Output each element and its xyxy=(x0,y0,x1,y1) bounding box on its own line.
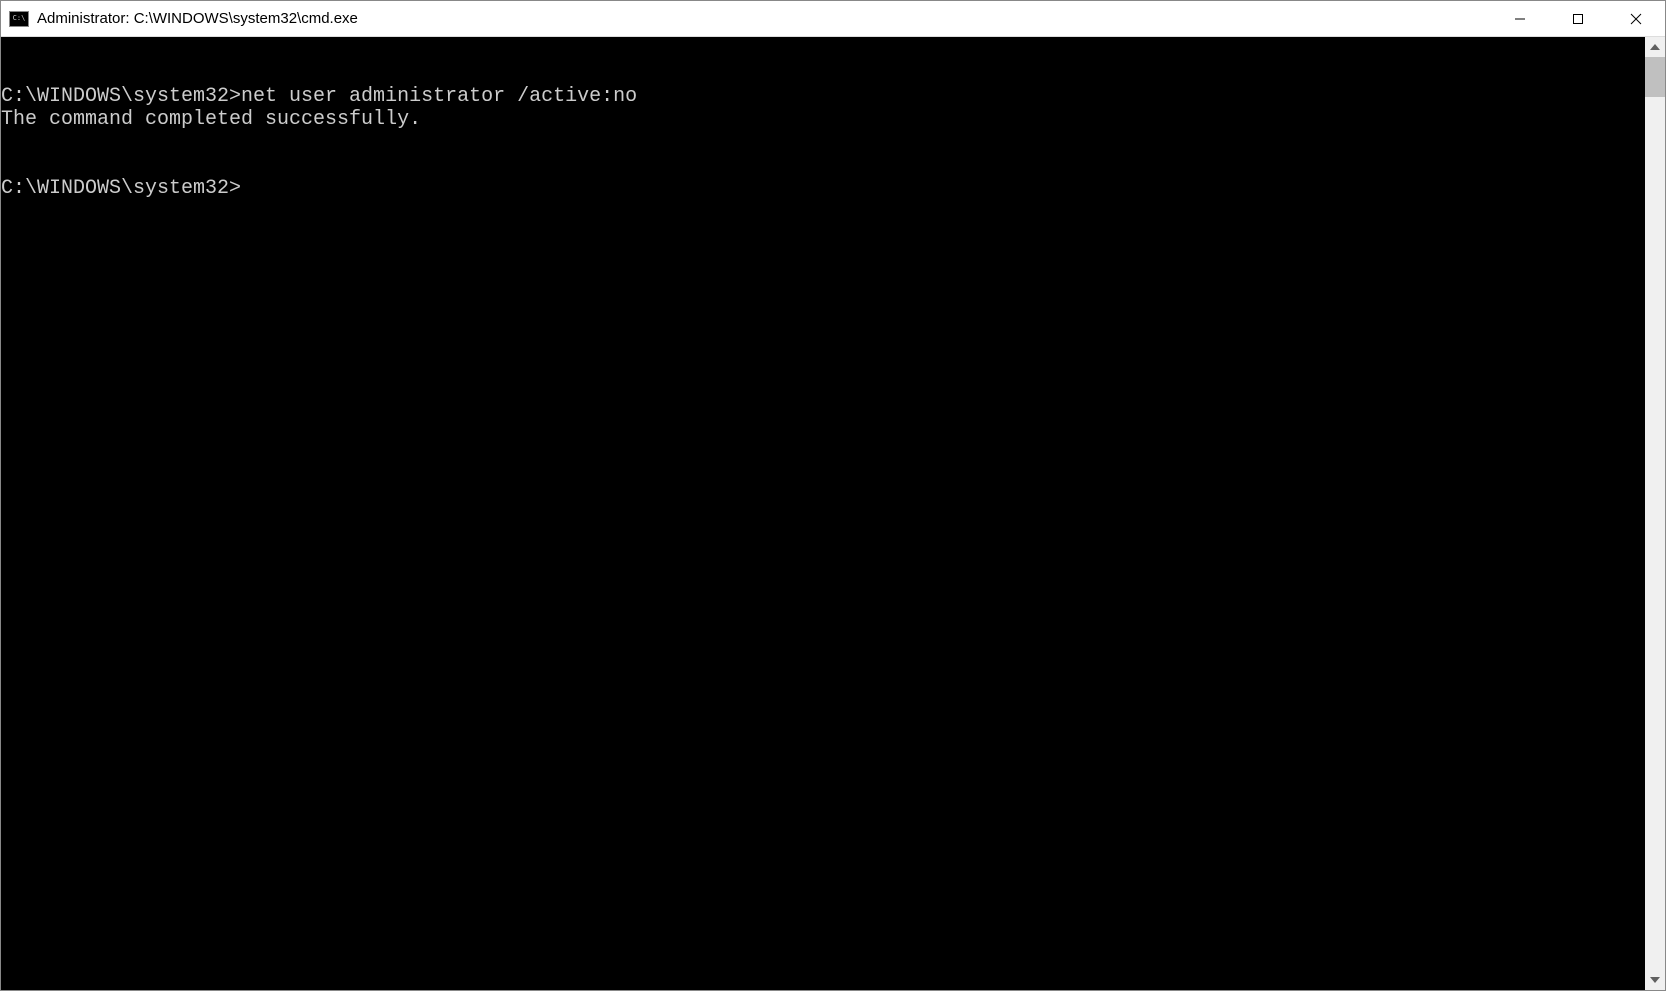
maximize-button[interactable] xyxy=(1549,1,1607,36)
terminal-line: C:\WINDOWS\system32>net user administrat… xyxy=(1,85,1645,108)
terminal-line: C:\WINDOWS\system32> xyxy=(1,177,1645,200)
terminal-line xyxy=(1,154,1645,177)
scroll-up-button[interactable] xyxy=(1645,37,1665,57)
minimize-icon xyxy=(1514,13,1526,25)
scroll-down-button[interactable] xyxy=(1645,970,1665,990)
minimize-button[interactable] xyxy=(1491,1,1549,36)
terminal-line: The command completed successfully. xyxy=(1,108,1645,131)
chevron-down-icon xyxy=(1650,977,1660,983)
titlebar[interactable]: Administrator: C:\WINDOWS\system32\cmd.e… xyxy=(1,1,1665,37)
window-title: Administrator: C:\WINDOWS\system32\cmd.e… xyxy=(37,10,1491,27)
close-icon xyxy=(1630,13,1642,25)
cmd-icon xyxy=(9,11,29,27)
close-button[interactable] xyxy=(1607,1,1665,36)
scroll-thumb[interactable] xyxy=(1645,57,1665,97)
cmd-window: Administrator: C:\WINDOWS\system32\cmd.e… xyxy=(0,0,1666,991)
terminal-area: C:\WINDOWS\system32>net user administrat… xyxy=(1,37,1665,990)
chevron-up-icon xyxy=(1650,44,1660,50)
vertical-scrollbar[interactable] xyxy=(1645,37,1665,990)
terminal-content[interactable]: C:\WINDOWS\system32>net user administrat… xyxy=(1,37,1645,990)
scroll-track[interactable] xyxy=(1645,57,1665,970)
maximize-icon xyxy=(1572,13,1584,25)
window-controls xyxy=(1491,1,1665,36)
terminal-line xyxy=(1,131,1645,154)
